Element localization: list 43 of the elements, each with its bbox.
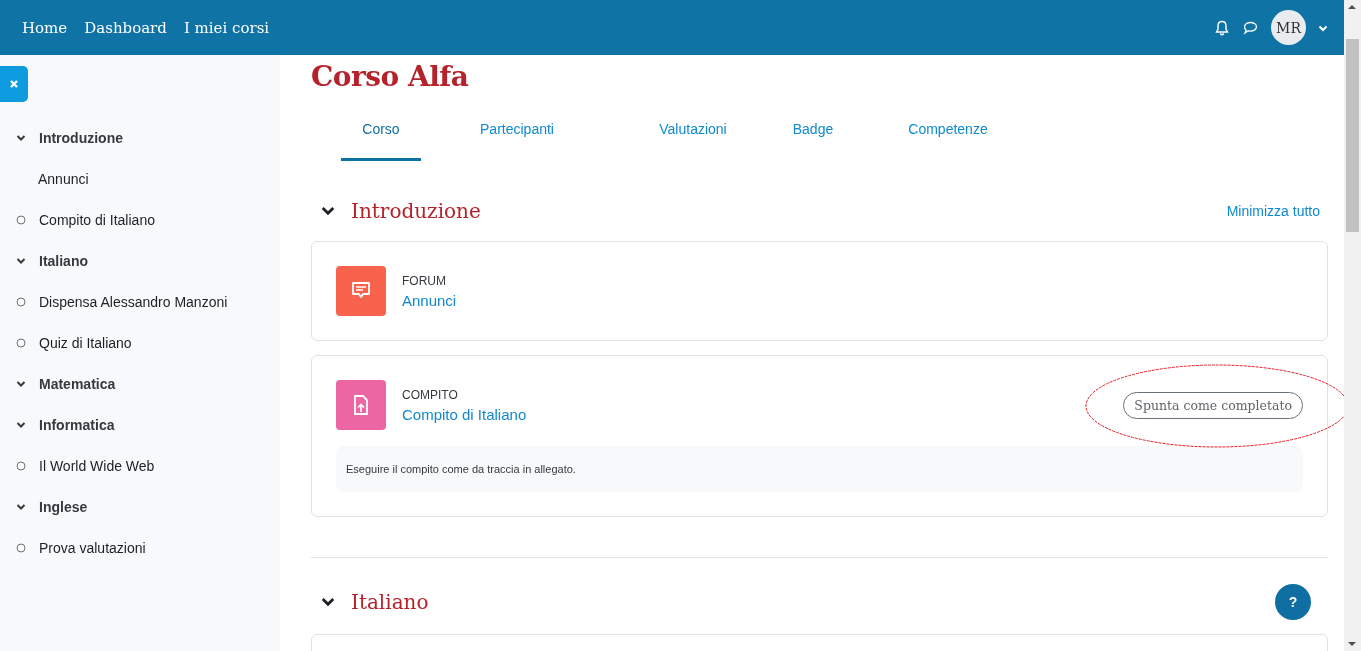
user-avatar[interactable]: MR (1271, 10, 1306, 45)
activity-type: FORUM (402, 273, 447, 288)
sidebar-link[interactable]: Prova valutazioni (39, 539, 146, 556)
circle-icon (16, 296, 26, 307)
sidebar-link[interactable]: Il World Wide Web (39, 457, 155, 474)
activity-link[interactable]: Annunci (402, 291, 457, 309)
chat-bubble-icon[interactable] (1242, 19, 1259, 36)
sidebar-link[interactable]: Dispensa Alessandro Manzoni (39, 293, 228, 310)
course-tab[interactable]: Badge (763, 107, 863, 161)
nav-link[interactable]: Home (22, 18, 68, 37)
circle-icon (16, 214, 26, 225)
course-tab[interactable]: Competenze (888, 107, 1008, 161)
sidebar-link[interactable]: Introduzione (39, 129, 123, 146)
close-drawer-button[interactable] (0, 66, 28, 102)
course-tab[interactable]: Corso (341, 107, 421, 161)
close-icon (9, 79, 19, 89)
section-title: Introduzione (351, 199, 481, 223)
course-tab[interactable]: Partecipanti (431, 107, 603, 161)
circle-icon (16, 337, 26, 348)
nav-link[interactable]: Dashboard (84, 18, 167, 37)
sidebar-link[interactable]: Quiz di Italiano (39, 334, 132, 351)
mark-complete-button[interactable]: Spunta come completato (1123, 391, 1303, 419)
sidebar-link[interactable]: Annunci (38, 170, 89, 187)
bell-icon[interactable] (1214, 19, 1230, 36)
sidebar-link[interactable]: Inglese (39, 498, 88, 515)
course-title: Corso Alfa (311, 60, 470, 93)
sidebar-link[interactable]: Compito di Italiano (39, 211, 155, 228)
circle-icon (16, 460, 26, 471)
sidebar-link[interactable]: Italiano (39, 252, 88, 269)
chevron-down-icon[interactable] (321, 204, 335, 218)
activity-description: Eseguire il compito come da traccia in allegato. (336, 446, 1303, 492)
chevron-down-icon[interactable] (321, 595, 335, 609)
course-tab[interactable]: Valutazioni (643, 107, 743, 161)
section-title: Italiano (351, 590, 429, 614)
circle-icon (16, 542, 26, 553)
activity-link[interactable]: Compito di Italiano (402, 405, 527, 423)
scrollbar[interactable] (1344, 0, 1361, 651)
sidebar-link[interactable]: Matematica (39, 375, 116, 392)
nav-link[interactable]: I miei corsi (183, 18, 270, 37)
collapse-all-link[interactable]: Minimizza tutto (1226, 203, 1328, 219)
help-button[interactable]: ? (1275, 584, 1311, 620)
activity-type: COMPITO (402, 387, 459, 402)
sidebar-link[interactable]: Informatica (39, 416, 115, 433)
